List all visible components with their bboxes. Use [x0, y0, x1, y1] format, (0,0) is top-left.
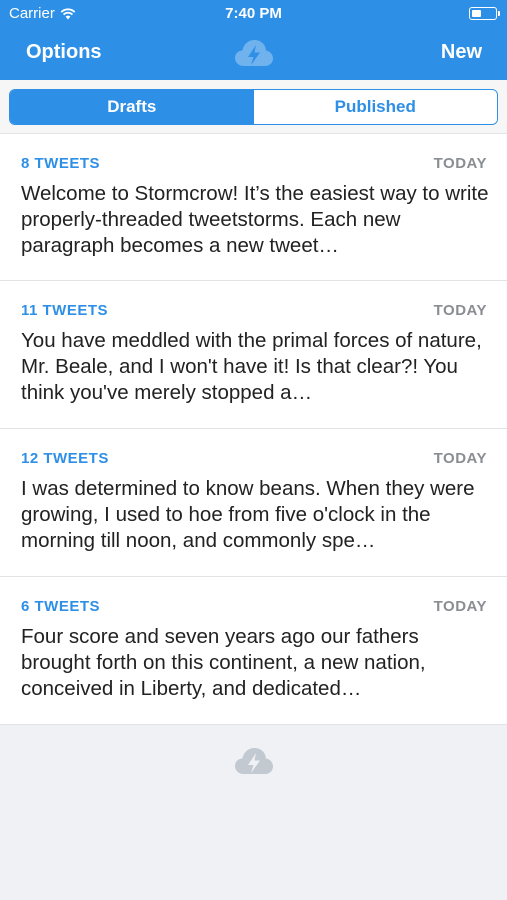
status-time: 7:40 PM	[225, 5, 282, 22]
list-item[interactable]: 6 TWEETS TODAY Four score and seven year…	[0, 577, 507, 725]
battery-icon	[469, 7, 500, 20]
drafts-list: 8 TWEETS TODAY Welcome to Stormcrow! It’…	[0, 133, 507, 725]
draft-date: TODAY	[433, 155, 487, 172]
tweet-count: 8 TWEETS	[21, 155, 101, 172]
list-item[interactable]: 11 TWEETS TODAY You have meddled with th…	[0, 281, 507, 429]
draft-date: TODAY	[433, 302, 487, 319]
draft-preview: Welcome to Stormcrow! It’s the easiest w…	[21, 182, 489, 257]
list-item[interactable]: 8 TWEETS TODAY Welcome to Stormcrow! It’…	[0, 133, 507, 281]
cloud-lightning-icon	[235, 40, 273, 66]
tweet-count: 11 TWEETS	[21, 302, 109, 319]
options-button[interactable]: Options	[26, 41, 102, 64]
draft-preview: I was determined to know beans. When the…	[21, 477, 475, 552]
tweet-count: 6 TWEETS	[21, 598, 101, 615]
tab-drafts[interactable]: Drafts	[10, 90, 254, 124]
tab-published[interactable]: Published	[253, 90, 497, 124]
draft-date: TODAY	[433, 598, 487, 615]
tweet-count: 12 TWEETS	[21, 450, 109, 467]
status-bar: Carrier 7:40 PM	[0, 0, 507, 28]
drafts-published-segmented-control: Drafts Published	[9, 89, 498, 125]
list-item[interactable]: 12 TWEETS TODAY I was determined to know…	[0, 429, 507, 577]
segment-area: Drafts Published	[0, 80, 507, 133]
draft-preview: You have meddled with the primal forces …	[21, 329, 482, 404]
draft-preview: Four score and seven years ago our fathe…	[21, 625, 426, 700]
new-button[interactable]: New	[441, 41, 482, 64]
cloud-lightning-icon	[235, 748, 273, 774]
nav-bar: Options New	[0, 28, 507, 80]
draft-date: TODAY	[433, 450, 487, 467]
header: Carrier 7:40 PM Options New	[0, 0, 507, 80]
